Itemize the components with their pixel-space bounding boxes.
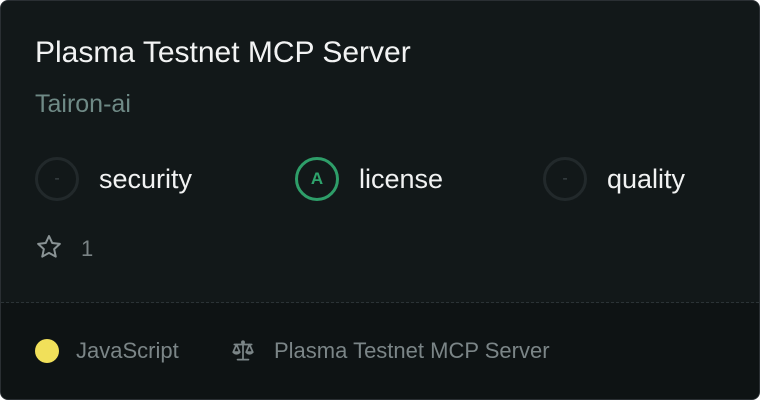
license-label-footer: Plasma Testnet MCP Server: [274, 338, 550, 363]
security-badge: -: [35, 157, 79, 201]
quality-label: quality: [607, 163, 686, 194]
star-count: 1: [81, 236, 94, 261]
card-footer: JavaScript Plasma Testnet MCP Server: [1, 303, 759, 399]
score-quality: - quality: [543, 154, 685, 204]
language-color-dot: [35, 339, 59, 363]
security-label: security: [99, 163, 193, 194]
language-info: JavaScript: [35, 336, 179, 366]
star-outline-icon: [35, 233, 63, 266]
score-security: - security: [35, 154, 192, 204]
server-title[interactable]: Plasma Testnet MCP Server: [35, 35, 411, 71]
scale-icon: [230, 338, 256, 364]
license-label: license: [359, 163, 444, 194]
server-card[interactable]: Plasma Testnet MCP Server Tairon-ai - se…: [0, 0, 760, 400]
license-info: Plasma Testnet MCP Server: [230, 336, 550, 366]
server-author[interactable]: Tairon-ai: [35, 88, 131, 120]
quality-badge: -: [543, 157, 587, 201]
star-count-group: 1: [35, 234, 93, 264]
language-label: JavaScript: [76, 338, 179, 363]
license-badge: A: [295, 157, 339, 201]
score-license: A license: [295, 154, 443, 204]
